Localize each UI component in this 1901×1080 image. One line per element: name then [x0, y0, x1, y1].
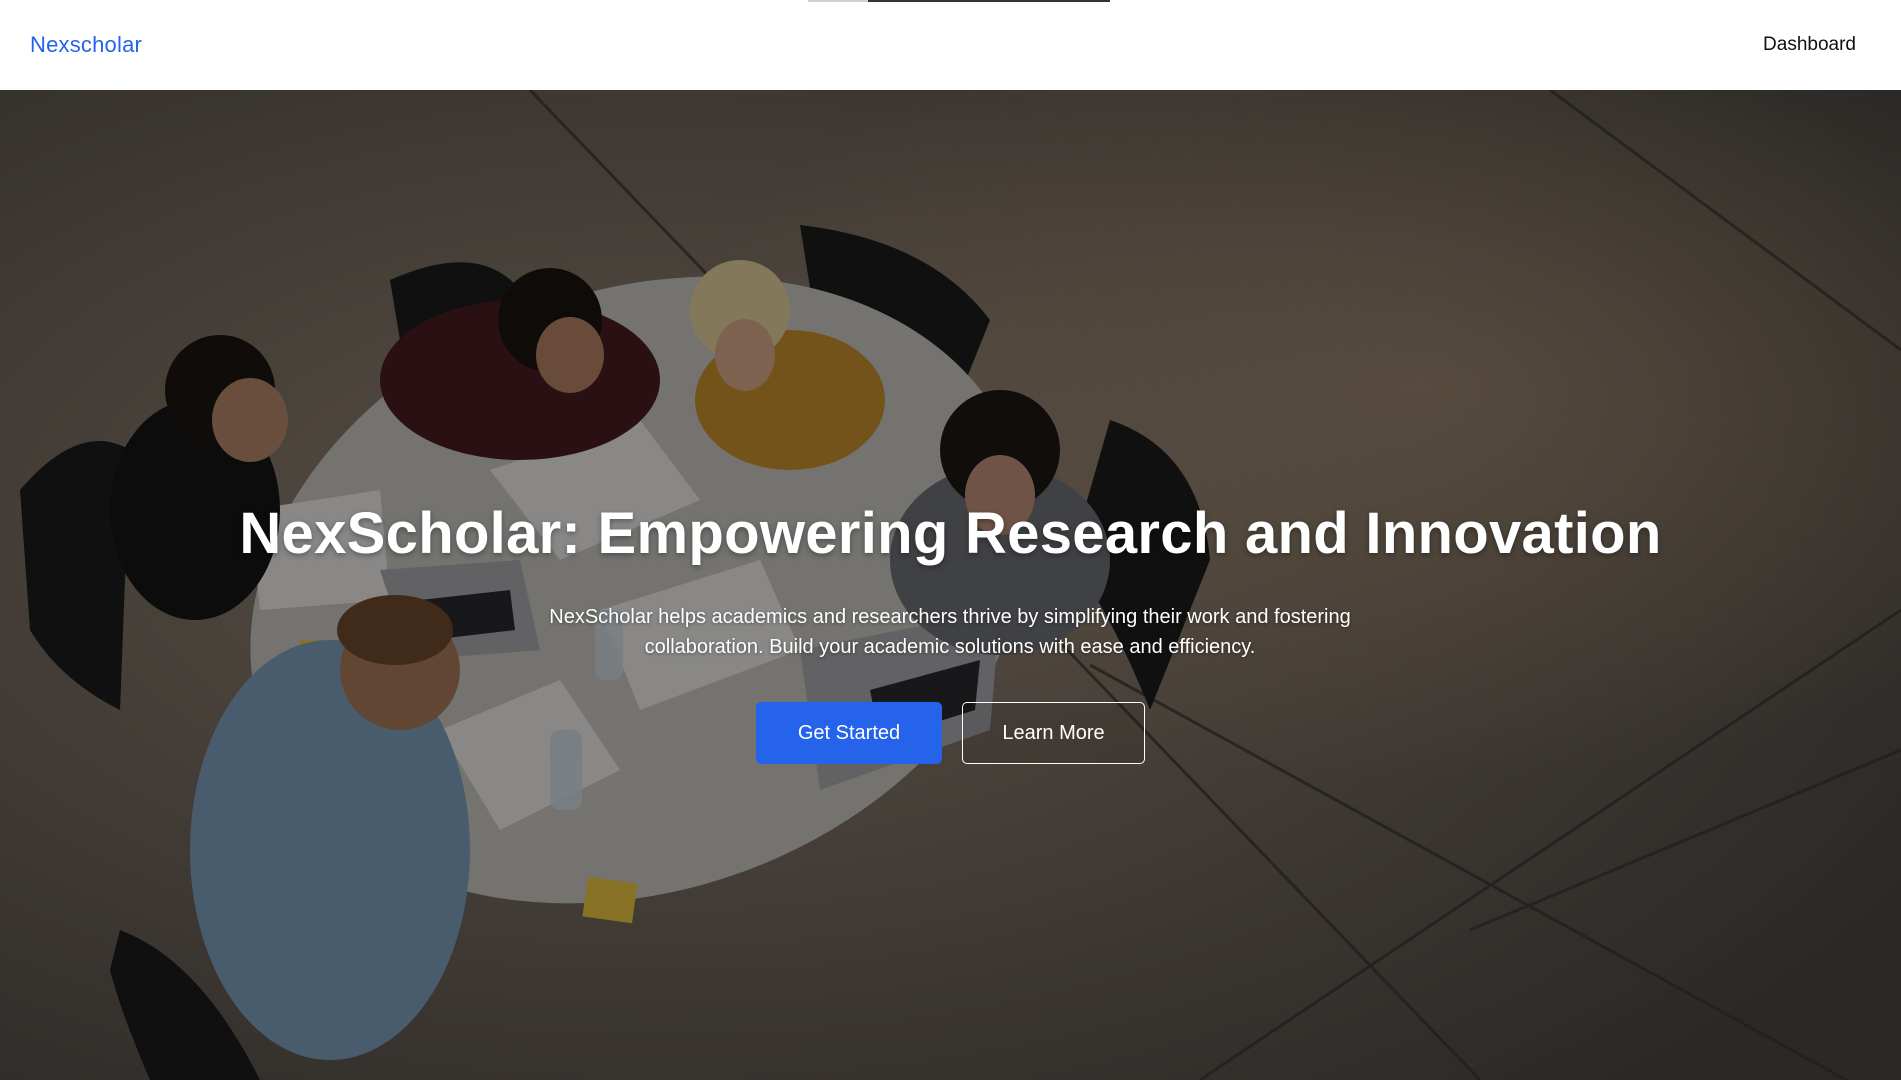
get-started-button[interactable]: Get Started — [756, 702, 942, 764]
hero-button-group: Get Started Learn More — [0, 702, 1901, 764]
page-load-progress — [808, 0, 1110, 2]
hero-content: NexScholar: Empowering Research and Inno… — [0, 90, 1901, 1080]
learn-more-button[interactable]: Learn More — [962, 702, 1145, 764]
top-navbar: Nexscholar Dashboard — [0, 0, 1901, 90]
page-load-progress-fill — [868, 0, 1110, 2]
nav-dashboard-link[interactable]: Dashboard — [1763, 34, 1856, 56]
hero-title: NexScholar: Empowering Research and Inno… — [239, 501, 1662, 566]
brand-logo-link[interactable]: Nexscholar — [30, 32, 142, 58]
hero-section: NexScholar: Empowering Research and Inno… — [0, 90, 1901, 1080]
hero-subtitle: NexScholar helps academics and researche… — [549, 606, 1351, 658]
